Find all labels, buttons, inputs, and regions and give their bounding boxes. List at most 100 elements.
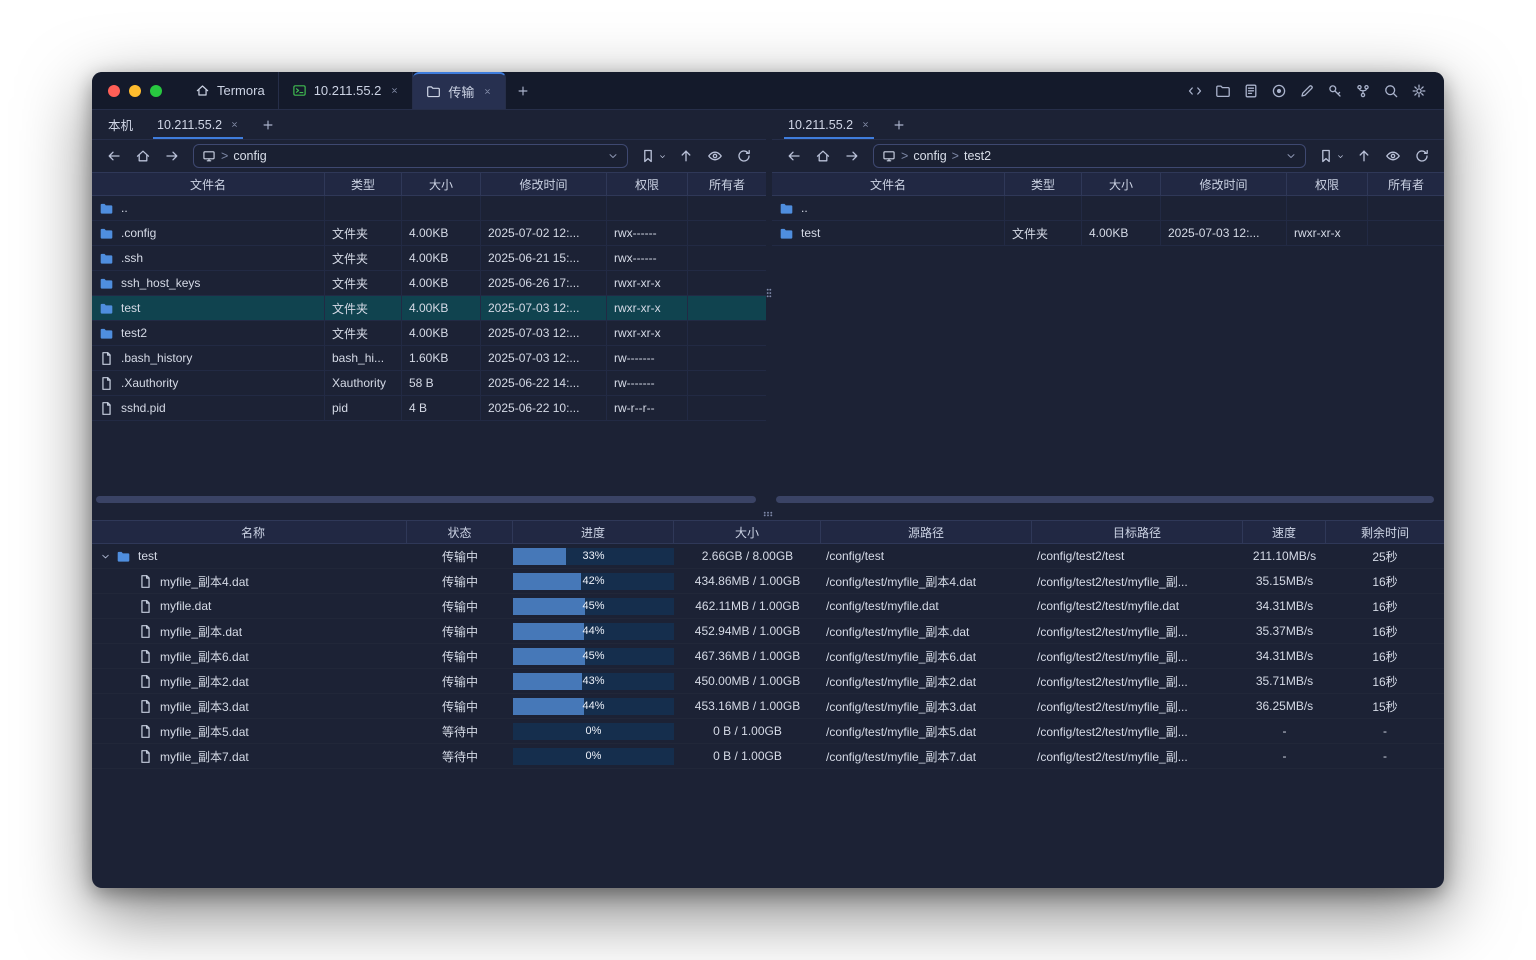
forward-button[interactable] bbox=[840, 144, 864, 168]
transfer-row[interactable]: myfile_副本6.dat传输中45%467.36MB / 1.00GB/co… bbox=[92, 644, 1444, 669]
new-pane-tab-button[interactable] bbox=[882, 110, 916, 139]
path-segment[interactable]: config bbox=[913, 149, 946, 163]
record-icon[interactable] bbox=[1271, 83, 1287, 99]
folder-outline-icon[interactable] bbox=[1215, 83, 1231, 99]
column-header-permissions[interactable]: 权限 bbox=[607, 173, 688, 195]
file-row[interactable]: test2文件夹4.00KB2025-07-03 12:...rwxr-xr-x bbox=[92, 321, 766, 346]
transfer-row[interactable]: myfile_副本5.dat等待中0%0 B / 1.00GB/config/t… bbox=[92, 719, 1444, 744]
show-hidden-button[interactable] bbox=[703, 144, 727, 168]
column-header-filename[interactable]: 文件名 bbox=[772, 173, 1005, 195]
transfer-row[interactable]: myfile_副本4.dat传输中42%434.86MB / 1.00GB/co… bbox=[92, 569, 1444, 594]
close-window-button[interactable] bbox=[108, 85, 120, 97]
file-row[interactable]: test文件夹4.00KB2025-07-03 12:...rwxr-xr-x bbox=[92, 296, 766, 321]
branch-icon[interactable] bbox=[1355, 83, 1371, 99]
close-icon[interactable] bbox=[861, 120, 870, 129]
file-row[interactable]: .XauthorityXauthority58 B2025-06-22 14:.… bbox=[92, 371, 766, 396]
back-button[interactable] bbox=[782, 144, 806, 168]
file-owner bbox=[1368, 196, 1444, 220]
file-row[interactable]: test文件夹4.00KB2025-07-03 12:...rwxr-xr-x bbox=[772, 221, 1444, 246]
column-header-source[interactable]: 源路径 bbox=[821, 521, 1032, 543]
column-header-mtime[interactable]: 修改时间 bbox=[1161, 173, 1287, 195]
path-input[interactable]: >config>test2 bbox=[873, 144, 1306, 168]
file-row[interactable]: .. bbox=[772, 196, 1444, 221]
pane-tab-local[interactable]: 本机 bbox=[96, 110, 145, 139]
close-icon[interactable] bbox=[230, 120, 239, 129]
progress-bar: 44% bbox=[513, 623, 674, 640]
column-header-name[interactable]: 名称 bbox=[92, 521, 407, 543]
app-tab-host[interactable]: 10.211.55.2 bbox=[279, 72, 414, 109]
close-icon[interactable] bbox=[390, 86, 399, 95]
transfer-row[interactable]: myfile.dat传输中45%462.11MB / 1.00GB/config… bbox=[92, 594, 1444, 619]
new-tab-button[interactable] bbox=[506, 72, 540, 109]
column-header-mtime[interactable]: 修改时间 bbox=[481, 173, 607, 195]
bookmark-button[interactable] bbox=[1315, 144, 1347, 168]
key-icon[interactable] bbox=[1327, 83, 1343, 99]
transfer-splitter[interactable] bbox=[92, 508, 1444, 520]
column-header-target[interactable]: 目标路径 bbox=[1032, 521, 1243, 543]
new-pane-tab-button[interactable] bbox=[251, 110, 285, 139]
file-name: .bash_history bbox=[121, 351, 192, 365]
transfer-row[interactable]: myfile_副本7.dat等待中0%0 B / 1.00GB/config/t… bbox=[92, 744, 1444, 769]
column-header-owner[interactable]: 所有者 bbox=[688, 173, 766, 195]
column-header-size[interactable]: 大小 bbox=[402, 173, 481, 195]
transfer-row[interactable]: test传输中33%2.66GB / 8.00GB/config/test/co… bbox=[92, 544, 1444, 569]
forward-button[interactable] bbox=[160, 144, 184, 168]
file-row[interactable]: sshd.pidpid4 B2025-06-22 10:...rw-r--r-- bbox=[92, 396, 766, 421]
column-header-speed[interactable]: 速度 bbox=[1243, 521, 1326, 543]
log-icon[interactable] bbox=[1243, 83, 1259, 99]
file-row[interactable]: .ssh文件夹4.00KB2025-06-21 15:...rwx------ bbox=[92, 246, 766, 271]
progress-label: 44% bbox=[513, 698, 674, 715]
horizontal-scrollbar[interactable] bbox=[776, 496, 1434, 503]
refresh-button[interactable] bbox=[1410, 144, 1434, 168]
refresh-button[interactable] bbox=[732, 144, 756, 168]
back-button[interactable] bbox=[102, 144, 126, 168]
file-row[interactable]: .. bbox=[92, 196, 766, 221]
file-row[interactable]: .config文件夹4.00KB2025-07-02 12:...rwx----… bbox=[92, 221, 766, 246]
column-header-eta[interactable]: 剩余时间 bbox=[1326, 521, 1444, 543]
column-header-owner[interactable]: 所有者 bbox=[1368, 173, 1444, 195]
column-header-type[interactable]: 类型 bbox=[325, 173, 402, 195]
titlebar-actions bbox=[1187, 72, 1444, 109]
edit-icon[interactable] bbox=[1299, 83, 1315, 99]
pane-tab-host[interactable]: 10.211.55.2 bbox=[145, 110, 251, 139]
chevron-down-icon[interactable] bbox=[607, 150, 619, 162]
column-header-size[interactable]: 大小 bbox=[1082, 173, 1161, 195]
path-input[interactable]: >config bbox=[193, 144, 628, 168]
column-header-size[interactable]: 大小 bbox=[674, 521, 821, 543]
horizontal-scrollbar[interactable] bbox=[96, 496, 756, 503]
home-button[interactable] bbox=[131, 144, 155, 168]
expander-chevron-down-icon[interactable] bbox=[100, 551, 111, 562]
up-directory-button[interactable] bbox=[674, 144, 698, 168]
minimize-window-button[interactable] bbox=[129, 85, 141, 97]
chevron-down-icon[interactable] bbox=[1285, 150, 1297, 162]
column-header-status[interactable]: 状态 bbox=[407, 521, 513, 543]
transfer-row[interactable]: myfile_副本3.dat传输中44%453.16MB / 1.00GB/co… bbox=[92, 694, 1444, 719]
zoom-window-button[interactable] bbox=[150, 85, 162, 97]
transfer-target-path: /config/test2/test/myfile_副... bbox=[1032, 569, 1243, 593]
app-tab-transfer[interactable]: 传输 bbox=[413, 72, 506, 109]
column-header-permissions[interactable]: 权限 bbox=[1287, 173, 1368, 195]
path-segment[interactable]: test2 bbox=[964, 149, 991, 163]
transfer-eta: 16秒 bbox=[1326, 644, 1444, 668]
file-row[interactable]: ssh_host_keys文件夹4.00KB2025-06-26 17:...r… bbox=[92, 271, 766, 296]
close-icon[interactable] bbox=[483, 87, 492, 96]
code-icon[interactable] bbox=[1187, 83, 1203, 99]
column-header-filename[interactable]: 文件名 bbox=[92, 173, 325, 195]
breadcrumb: >config>test2 bbox=[901, 149, 991, 163]
transfer-row[interactable]: myfile_副本.dat传输中44%452.94MB / 1.00GB/con… bbox=[92, 619, 1444, 644]
bookmark-button[interactable] bbox=[637, 144, 669, 168]
app-tab-termora[interactable]: Termora bbox=[182, 72, 279, 109]
file-size: 4.00KB bbox=[402, 271, 481, 295]
show-hidden-button[interactable] bbox=[1381, 144, 1405, 168]
home-button[interactable] bbox=[811, 144, 835, 168]
column-header-progress[interactable]: 进度 bbox=[513, 521, 674, 543]
path-segment[interactable]: config bbox=[233, 149, 266, 163]
pane-tab-host[interactable]: 10.211.55.2 bbox=[776, 110, 882, 139]
up-directory-button[interactable] bbox=[1352, 144, 1376, 168]
file-icon bbox=[138, 624, 153, 639]
column-header-type[interactable]: 类型 bbox=[1005, 173, 1082, 195]
settings-icon[interactable] bbox=[1411, 83, 1427, 99]
search-icon[interactable] bbox=[1383, 83, 1399, 99]
transfer-row[interactable]: myfile_副本2.dat传输中43%450.00MB / 1.00GB/co… bbox=[92, 669, 1444, 694]
file-row[interactable]: .bash_historybash_hi...1.60KB2025-07-03 … bbox=[92, 346, 766, 371]
